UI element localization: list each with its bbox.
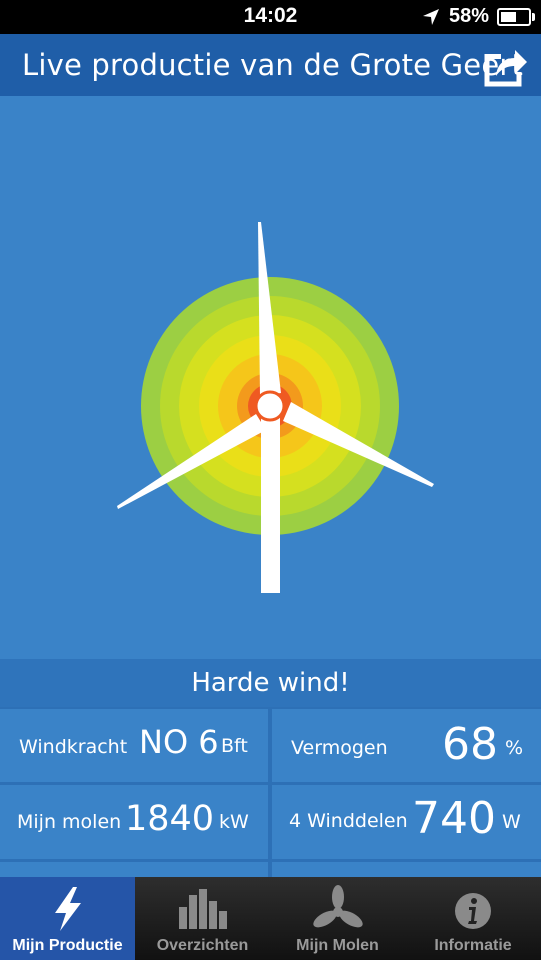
stats-grid: Windkracht NO 6 Bft Vermogen 68 % Mijn m…	[0, 707, 541, 882]
battery-percentage: 58%	[448, 5, 489, 27]
tab-label: Mijn Productie	[12, 937, 123, 954]
bar-chart-icon	[178, 889, 227, 929]
mijn-molen-value: 1840	[125, 799, 215, 839]
vermogen-unit: %	[505, 737, 524, 759]
propeller-icon	[312, 885, 363, 928]
vermogen-value: 68	[442, 719, 498, 770]
tab-overzichten[interactable]: Overzichten	[135, 877, 270, 960]
nav-bar: Live productie van de Grote Geert	[0, 34, 541, 96]
windkracht-label: Windkracht	[19, 736, 128, 758]
mijn-molen-label: Mijn molen	[17, 811, 122, 833]
battery-icon	[497, 7, 535, 26]
vermogen-cell: Vermogen 68 %	[272, 709, 541, 782]
windkracht-cell: Windkracht NO 6 Bft	[0, 709, 268, 782]
wind-turbine-illustration	[0, 96, 541, 659]
winddelen-value: 740	[412, 793, 496, 844]
tab-mijn-molen[interactable]: Mijn Molen	[270, 877, 405, 960]
turbine-hub	[254, 390, 286, 422]
location-arrow-icon	[422, 8, 439, 25]
turbine-tower	[261, 412, 280, 593]
winddelen-cell: 4 Winddelen 740 W	[272, 785, 541, 859]
status-bar: 14:02 58%	[0, 0, 541, 34]
vermogen-label: Vermogen	[291, 737, 388, 759]
mijn-molen-cell: Mijn molen 1840 kW	[0, 785, 268, 859]
tab-bar: Mijn Productie Overzichten Mijn Molen In…	[0, 877, 541, 960]
winddelen-label: 4 Winddelen	[289, 810, 408, 832]
page-title: Live productie van de Grote Geert	[22, 48, 524, 82]
bolt-icon	[54, 887, 81, 931]
tab-label: Overzichten	[156, 937, 249, 954]
tab-label: Informatie	[434, 937, 512, 954]
tab-label: Mijn Molen	[296, 937, 379, 954]
tab-mijn-productie[interactable]: Mijn Productie	[0, 877, 135, 960]
share-icon[interactable]	[483, 42, 529, 88]
mijn-molen-unit: kW	[219, 811, 249, 833]
wind-status: Harde wind!	[0, 659, 541, 707]
tab-informatie[interactable]: Informatie	[405, 877, 541, 960]
status-right: 58%	[421, 5, 535, 28]
info-icon	[455, 893, 491, 929]
turbine-graphic	[117, 222, 434, 593]
windkracht-value: NO 6	[139, 723, 219, 761]
winddelen-unit: W	[502, 811, 521, 833]
windkracht-unit: Bft	[221, 735, 248, 757]
